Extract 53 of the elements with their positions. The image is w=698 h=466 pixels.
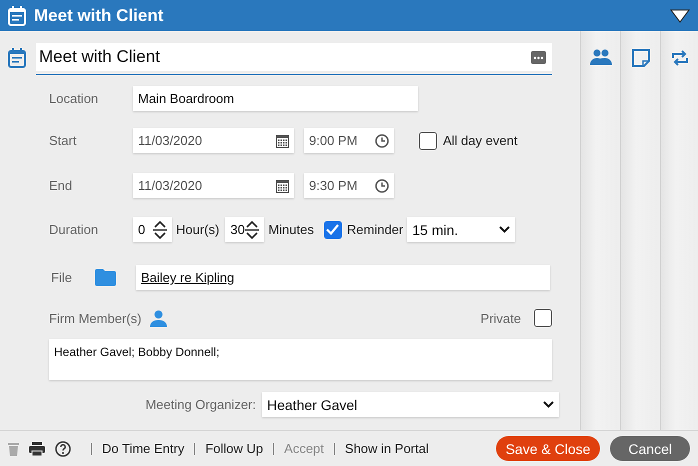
organizer-select[interactable]: Heather Gavel [262, 392, 559, 417]
folder-icon[interactable] [95, 269, 116, 286]
footer-link[interactable]: Follow Up [205, 441, 264, 456]
file-field[interactable]: Bailey re Kipling [136, 265, 550, 290]
field-label: End [49, 178, 74, 193]
date-field[interactable]: 11/03/2020 [133, 173, 294, 198]
help-icon[interactable] [55, 440, 71, 456]
checkbox[interactable] [419, 132, 437, 150]
subject-field[interactable]: Meet with Client [36, 43, 552, 71]
footer-link[interactable]: Show in Portal [344, 441, 429, 456]
checkbox[interactable] [534, 309, 552, 327]
person-icon[interactable] [150, 310, 168, 326]
dropdown-triangle-icon[interactable] [670, 8, 690, 22]
unit-label: Hour(s) [176, 222, 220, 237]
calendar-icon[interactable] [276, 134, 289, 148]
time-field[interactable]: 9:30 PM [304, 173, 394, 198]
location-field[interactable]: Main Boardroom [133, 86, 418, 111]
footer-link[interactable]: Do Time Entry [102, 441, 184, 456]
field-label: Duration [49, 222, 100, 237]
cancel-button[interactable]: Cancel [610, 436, 690, 461]
file-link[interactable]: Bailey re Kipling [141, 270, 234, 285]
save-button[interactable]: Save & Close [496, 436, 600, 461]
window-title: Meet with Client [34, 6, 164, 26]
chevron-down-icon[interactable] [543, 401, 554, 408]
spinner-arrows-icon[interactable] [245, 220, 260, 238]
number-field[interactable]: 0 [133, 217, 172, 242]
calendar-icon [8, 6, 26, 26]
people-icon [590, 49, 612, 65]
checkbox[interactable] [324, 220, 342, 238]
repeat-icon [670, 49, 688, 67]
chevron-down-icon[interactable] [499, 226, 510, 233]
field-label: Private [480, 310, 521, 326]
unit-label: Minutes [268, 222, 314, 237]
reminder-select[interactable]: 15 min. [407, 217, 516, 242]
more-icon[interactable] [531, 50, 546, 64]
time-field[interactable]: 9:00 PM [304, 128, 394, 153]
print-icon[interactable] [29, 442, 45, 456]
field-label: Start [49, 133, 78, 148]
note-icon [632, 49, 650, 67]
spinner-arrows-icon[interactable] [153, 220, 167, 238]
date-field[interactable]: 11/03/2020 [133, 128, 294, 153]
field-label: Firm Member(s) [49, 310, 142, 326]
calendar-icon[interactable] [276, 178, 289, 192]
checkbox-label: Reminder [346, 222, 404, 237]
clock-icon[interactable] [375, 178, 389, 192]
clock-icon[interactable] [375, 134, 389, 148]
checkbox-label: All day event [443, 133, 518, 148]
firm-members-field[interactable]: Heather Gavel; Bobby Donnell; [49, 339, 552, 380]
field-label: File [51, 270, 73, 285]
field-label: Location [49, 91, 100, 106]
number-field[interactable]: 30 [225, 217, 264, 242]
field-label: Meeting Organizer: [144, 397, 256, 412]
calendar-icon [8, 48, 26, 68]
